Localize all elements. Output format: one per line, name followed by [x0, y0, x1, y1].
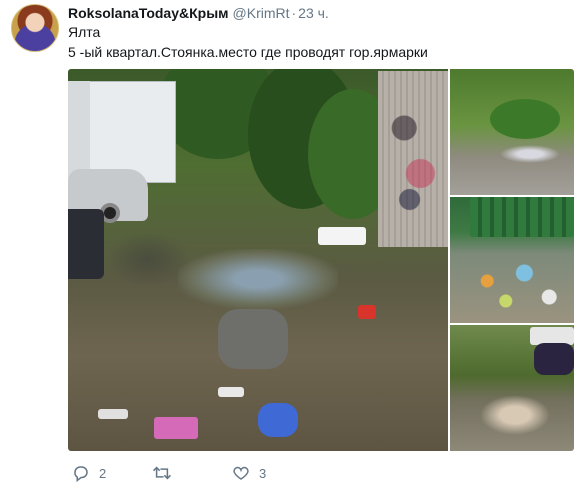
like-count: 3 — [259, 465, 267, 481]
tweet-header: RoksolanaToday&Крым @KrimRt · 23 ч. — [68, 4, 329, 22]
heart-icon — [232, 464, 250, 482]
tweet-actions: 2 3 — [68, 462, 468, 484]
tweet-text-line-2: 5 -ый квартал.Стоянка.место где проводят… — [68, 44, 428, 60]
tweet-timestamp[interactable]: 23 ч. — [298, 5, 329, 21]
author-handle[interactable]: @KrimRt — [233, 5, 290, 21]
tweet-media-grid — [68, 69, 574, 451]
separator-dot: · — [291, 5, 297, 21]
tweet[interactable]: RoksolanaToday&Крым @KrimRt · 23 ч. Ялта 5 … — [0, 0, 578, 491]
avatar[interactable] — [11, 4, 59, 52]
author-name[interactable]: RoksolanaToday&Крым — [68, 5, 229, 21]
reply-count: 2 — [99, 465, 107, 481]
like-button[interactable]: 3 — [232, 462, 266, 484]
photo-top-right[interactable] — [450, 69, 574, 195]
photo-bottom-right[interactable] — [450, 325, 574, 451]
photo-middle-right[interactable] — [450, 197, 574, 323]
reply-button[interactable]: 2 — [72, 462, 106, 484]
dark-car — [68, 209, 104, 279]
retweet-icon — [152, 464, 172, 482]
tweet-text-line-1: Ялта — [68, 24, 101, 40]
graffiti — [388, 89, 442, 219]
photo-main[interactable] — [68, 69, 448, 451]
reply-icon — [72, 464, 90, 482]
retweet-button[interactable] — [152, 462, 181, 484]
